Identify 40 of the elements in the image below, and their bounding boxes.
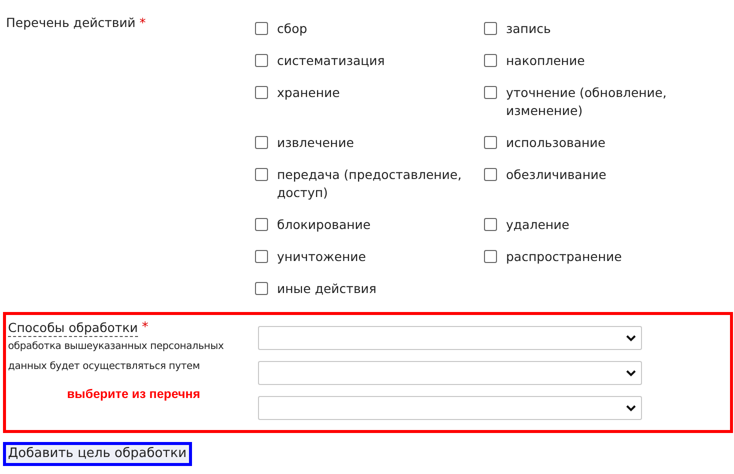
add-button[interactable]: Добавить цель обработки [3, 442, 192, 466]
chevron-down-icon [626, 370, 636, 376]
checkbox[interactable] [255, 282, 268, 295]
checkbox-label[interactable]: накопление [506, 52, 696, 70]
checkbox[interactable] [255, 250, 268, 263]
checkbox-label[interactable]: передача (предоставление, доступ) [277, 166, 467, 202]
checkbox[interactable] [484, 22, 497, 35]
checkbox[interactable] [484, 86, 497, 99]
field-label: Перечень действий [6, 14, 136, 32]
chevron-down-icon [626, 404, 636, 412]
required-mark: * [140, 14, 146, 32]
checkbox[interactable] [255, 136, 268, 149]
chevron-down-icon [626, 334, 636, 342]
checkbox-label[interactable]: иные действия [277, 280, 467, 298]
checkbox[interactable] [255, 86, 268, 99]
checkbox[interactable] [255, 54, 268, 67]
checkbox-label[interactable]: сбор [277, 20, 467, 38]
checkbox-label[interactable]: блокирование [277, 216, 467, 234]
checkbox-label[interactable]: систематизация [277, 52, 467, 70]
checkbox[interactable] [255, 218, 268, 231]
checkbox[interactable] [484, 54, 497, 67]
checkbox[interactable] [484, 168, 497, 181]
checkbox-label[interactable]: использование [506, 134, 696, 152]
checkbox-label[interactable]: обезличивание [506, 166, 696, 184]
checkbox[interactable] [484, 136, 497, 149]
field-label: Способы обработки [8, 319, 138, 337]
checkbox-label[interactable]: распространение [506, 248, 696, 266]
annotation-text: выберите из перечня [66, 386, 202, 403]
required-mark: * [142, 319, 148, 336]
checkbox-label[interactable]: удаление [506, 216, 696, 234]
checkbox-label[interactable]: запись [506, 20, 696, 38]
checkbox-label[interactable]: извлечение [277, 134, 467, 152]
checkbox-label[interactable]: уничтожение [277, 248, 467, 266]
checkbox[interactable] [255, 168, 268, 181]
hint-text: обработка вышеуказанных персональных данных будет осуществляться путем [8, 340, 225, 374]
checkbox-label[interactable]: хранение [277, 84, 467, 102]
checkbox[interactable] [484, 218, 497, 231]
checkbox-label[interactable]: уточнение (обновление, изменение) [506, 84, 696, 120]
checkbox[interactable] [484, 250, 497, 263]
checkbox[interactable] [255, 22, 268, 35]
